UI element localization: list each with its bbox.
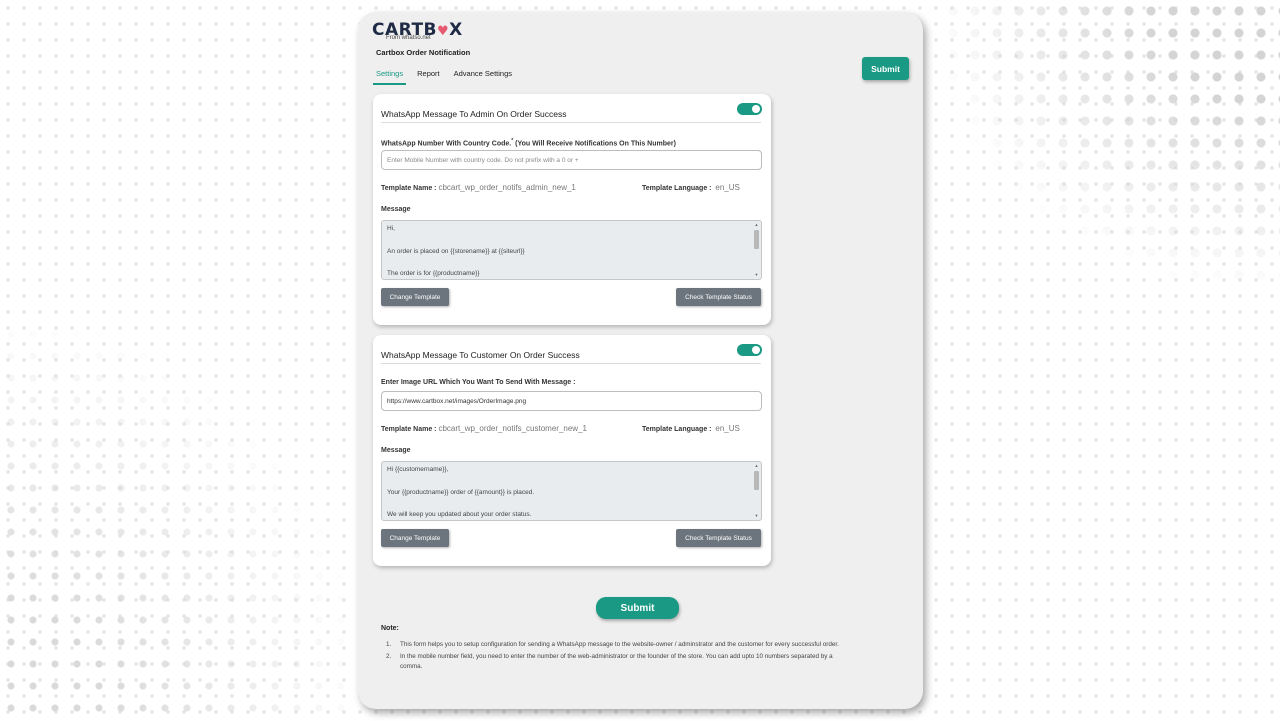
divider [381, 363, 761, 364]
check-template-status-button[interactable]: Check Template Status [676, 288, 761, 306]
message-line: Your {{productname}} order of {{amount}}… [387, 489, 535, 496]
note-title: Note: [381, 625, 399, 632]
scroll-up-arrow-icon[interactable]: ▲ [753, 463, 760, 469]
tab-report[interactable]: Report [417, 69, 447, 78]
message-line: We will keep you updated about your orde… [387, 511, 532, 518]
scroll-down-arrow-icon[interactable]: ▼ [753, 513, 760, 519]
customer-notification-toggle[interactable] [737, 344, 762, 356]
image-url-input[interactable] [381, 391, 762, 411]
required-mark: * [511, 138, 514, 144]
submit-button-top[interactable]: Submit [862, 57, 909, 80]
template-name-row: Template Name : cbcart_wp_order_notifs_a… [381, 183, 576, 192]
scroll-thumb[interactable] [754, 230, 759, 249]
note-item: 1. This form helps you to setup configura… [386, 641, 839, 648]
heart-icon: ♥ [437, 24, 450, 39]
app-title: Cartbox Order Notification [376, 48, 471, 57]
change-template-button[interactable]: Change Template [381, 529, 449, 547]
message-textarea[interactable]: Hi, An order is placed on {{storename}} … [381, 220, 762, 280]
tab-advance-settings[interactable]: Advance Settings [454, 69, 519, 78]
scroll-thumb[interactable] [754, 471, 759, 490]
message-label: Message [381, 206, 411, 213]
tab-settings[interactable]: Settings [376, 69, 410, 78]
note-item: 2. In the mobile number field, you need t… [386, 652, 833, 671]
template-language-row: Template Language : en_US [642, 183, 740, 192]
admin-notification-toggle[interactable] [737, 103, 762, 115]
note-list: 1. This form helps you to setup configura… [386, 640, 866, 674]
message-line: The order is for {{productname}} [387, 270, 480, 277]
scroll-down-arrow-icon[interactable]: ▼ [753, 272, 760, 278]
template-language-value: en_US [715, 424, 740, 433]
scroll-up-arrow-icon[interactable]: ▲ [753, 222, 760, 228]
message-line: An order is placed on {{storename}} at {… [387, 248, 525, 255]
card-title: WhatsApp Message To Customer On Order Su… [381, 350, 580, 360]
tab-bar: Settings Report Advance Settings [376, 69, 526, 78]
check-template-status-button[interactable]: Check Template Status [676, 529, 761, 547]
template-name-value: cbcart_wp_order_notifs_admin_new_1 [438, 183, 576, 192]
card-title: WhatsApp Message To Admin On Order Succe… [381, 109, 567, 119]
message-textarea[interactable]: Hi {{customername}}, Your {{productname}… [381, 461, 762, 521]
logo-subtitle: From whatso.net [386, 35, 431, 41]
background-dot-wave-left [0, 301, 380, 721]
image-url-label: Enter Image URL Which You Want To Send W… [381, 379, 576, 386]
template-language-value: en_US [715, 183, 740, 192]
message-line: Hi, [387, 225, 395, 232]
change-template-button[interactable]: Change Template [381, 288, 449, 306]
whatsapp-number-label: WhatsApp Number With Country Code.* (You… [381, 138, 676, 148]
message-label: Message [381, 447, 411, 454]
template-language-row: Template Language : en_US [642, 424, 740, 433]
divider [381, 122, 761, 123]
admin-notification-card: WhatsApp Message To Admin On Order Succe… [373, 94, 771, 325]
message-scrollbar[interactable]: ▲ ▼ [753, 222, 760, 278]
customer-notification-card: WhatsApp Message To Customer On Order Su… [373, 335, 771, 566]
background-dot-wave-right [920, 0, 1280, 300]
message-scrollbar[interactable]: ▲ ▼ [753, 463, 760, 519]
active-tab-indicator [373, 83, 406, 85]
template-name-row: Template Name : cbcart_wp_order_notifs_c… [381, 424, 587, 433]
message-line: Hi {{customername}}, [387, 466, 449, 473]
whatsapp-number-input[interactable] [381, 150, 762, 170]
template-name-value: cbcart_wp_order_notifs_customer_new_1 [438, 424, 587, 433]
submit-button-bottom[interactable]: Submit [596, 597, 679, 619]
